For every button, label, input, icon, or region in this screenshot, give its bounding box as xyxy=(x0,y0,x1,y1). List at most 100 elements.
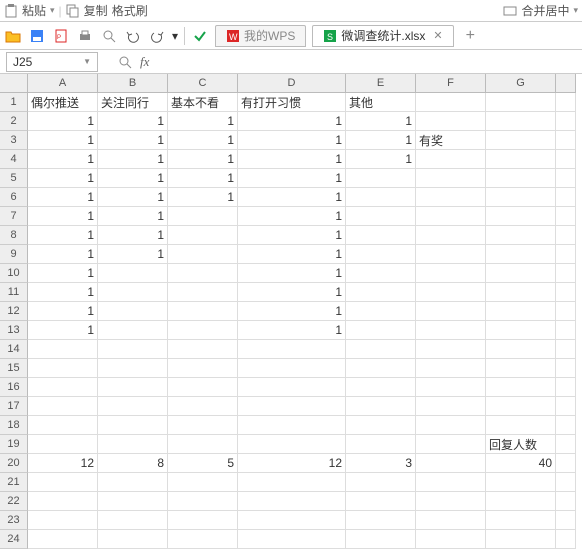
copy-button[interactable] xyxy=(66,4,80,18)
cell[interactable] xyxy=(98,264,168,283)
cell[interactable]: 1 xyxy=(168,112,238,131)
save-button[interactable] xyxy=(28,27,46,45)
row-header[interactable]: 7 xyxy=(0,207,28,226)
cell[interactable] xyxy=(486,340,556,359)
cell[interactable] xyxy=(486,302,556,321)
cell[interactable]: 1 xyxy=(28,188,98,207)
cell[interactable] xyxy=(486,473,556,492)
col-header[interactable]: G xyxy=(486,74,556,93)
select-all-corner[interactable] xyxy=(0,74,28,93)
row-header[interactable]: 24 xyxy=(0,530,28,549)
cell[interactable] xyxy=(416,207,486,226)
cell[interactable] xyxy=(98,359,168,378)
cell[interactable] xyxy=(486,226,556,245)
cell[interactable]: 1 xyxy=(28,283,98,302)
cell[interactable] xyxy=(168,283,238,302)
row-header[interactable]: 3 xyxy=(0,131,28,150)
cell[interactable] xyxy=(168,435,238,454)
row-header[interactable]: 15 xyxy=(0,359,28,378)
cell[interactable] xyxy=(556,131,576,150)
cell[interactable] xyxy=(556,245,576,264)
cell[interactable]: 1 xyxy=(28,321,98,340)
cell[interactable]: 关注同行 xyxy=(98,93,168,112)
zoom-icon[interactable] xyxy=(118,55,132,69)
cell[interactable] xyxy=(416,283,486,302)
cell[interactable] xyxy=(486,530,556,549)
cell[interactable] xyxy=(486,321,556,340)
format-painter-label[interactable]: 格式刷 xyxy=(112,2,148,19)
cell[interactable] xyxy=(346,283,416,302)
cell[interactable]: 1 xyxy=(346,150,416,169)
col-header[interactable]: D xyxy=(238,74,346,93)
cell[interactable] xyxy=(486,283,556,302)
cell[interactable] xyxy=(556,93,576,112)
cell[interactable] xyxy=(486,188,556,207)
col-header[interactable]: C xyxy=(168,74,238,93)
cell[interactable] xyxy=(486,397,556,416)
cell[interactable]: 回复人数 xyxy=(486,435,556,454)
cell[interactable] xyxy=(486,264,556,283)
cell[interactable]: 1 xyxy=(98,207,168,226)
cell[interactable] xyxy=(416,93,486,112)
cell[interactable]: 1 xyxy=(238,264,346,283)
dropdown-arrow-icon[interactable]: ▼ xyxy=(83,57,91,66)
cell[interactable]: 基本不看 xyxy=(168,93,238,112)
cell[interactable] xyxy=(346,321,416,340)
cell[interactable] xyxy=(416,264,486,283)
cell[interactable]: 1 xyxy=(28,112,98,131)
cell[interactable]: 1 xyxy=(28,207,98,226)
cell[interactable] xyxy=(28,530,98,549)
cell[interactable]: 8 xyxy=(98,454,168,473)
cell[interactable] xyxy=(28,340,98,359)
cell[interactable]: 3 xyxy=(346,454,416,473)
cell[interactable]: 1 xyxy=(238,169,346,188)
cell[interactable]: 1 xyxy=(28,245,98,264)
cell[interactable] xyxy=(486,359,556,378)
col-header[interactable]: E xyxy=(346,74,416,93)
cell[interactable]: 1 xyxy=(238,226,346,245)
cell[interactable] xyxy=(168,416,238,435)
cell[interactable] xyxy=(486,492,556,511)
redo-button[interactable] xyxy=(148,27,166,45)
cell[interactable] xyxy=(238,359,346,378)
cell[interactable] xyxy=(416,492,486,511)
cell[interactable] xyxy=(168,473,238,492)
row-header[interactable]: 8 xyxy=(0,226,28,245)
cell[interactable] xyxy=(416,302,486,321)
cell[interactable] xyxy=(346,473,416,492)
dropdown-arrow-icon[interactable]: ▾ xyxy=(172,29,178,43)
cell[interactable]: 1 xyxy=(168,169,238,188)
cell[interactable] xyxy=(168,302,238,321)
cell[interactable]: 1 xyxy=(98,131,168,150)
cell[interactable] xyxy=(346,264,416,283)
cell[interactable] xyxy=(556,530,576,549)
row-header[interactable]: 19 xyxy=(0,435,28,454)
cell[interactable]: 1 xyxy=(238,321,346,340)
tab-my-wps[interactable]: W 我的WPS xyxy=(215,25,306,47)
tab-active-file[interactable]: S 微调查统计.xlsx ✕ xyxy=(312,25,453,47)
cell[interactable]: 1 xyxy=(98,169,168,188)
cell[interactable] xyxy=(416,150,486,169)
cell[interactable] xyxy=(346,207,416,226)
undo-button[interactable] xyxy=(124,27,142,45)
cell[interactable]: 12 xyxy=(238,454,346,473)
cell[interactable] xyxy=(168,245,238,264)
cell[interactable] xyxy=(168,226,238,245)
cell[interactable] xyxy=(486,169,556,188)
cell[interactable] xyxy=(556,112,576,131)
cell[interactable] xyxy=(28,492,98,511)
close-icon[interactable]: ✕ xyxy=(433,29,442,42)
cell[interactable]: 1 xyxy=(238,131,346,150)
pdf-button[interactable]: P xyxy=(52,27,70,45)
cell[interactable] xyxy=(346,492,416,511)
cell[interactable]: 1 xyxy=(98,188,168,207)
row-header[interactable]: 9 xyxy=(0,245,28,264)
cell[interactable] xyxy=(416,112,486,131)
cell[interactable]: 1 xyxy=(28,226,98,245)
cell[interactable] xyxy=(98,435,168,454)
cell[interactable]: 1 xyxy=(28,131,98,150)
cell[interactable] xyxy=(416,169,486,188)
cell[interactable] xyxy=(346,302,416,321)
cell[interactable] xyxy=(486,112,556,131)
cell[interactable] xyxy=(416,397,486,416)
